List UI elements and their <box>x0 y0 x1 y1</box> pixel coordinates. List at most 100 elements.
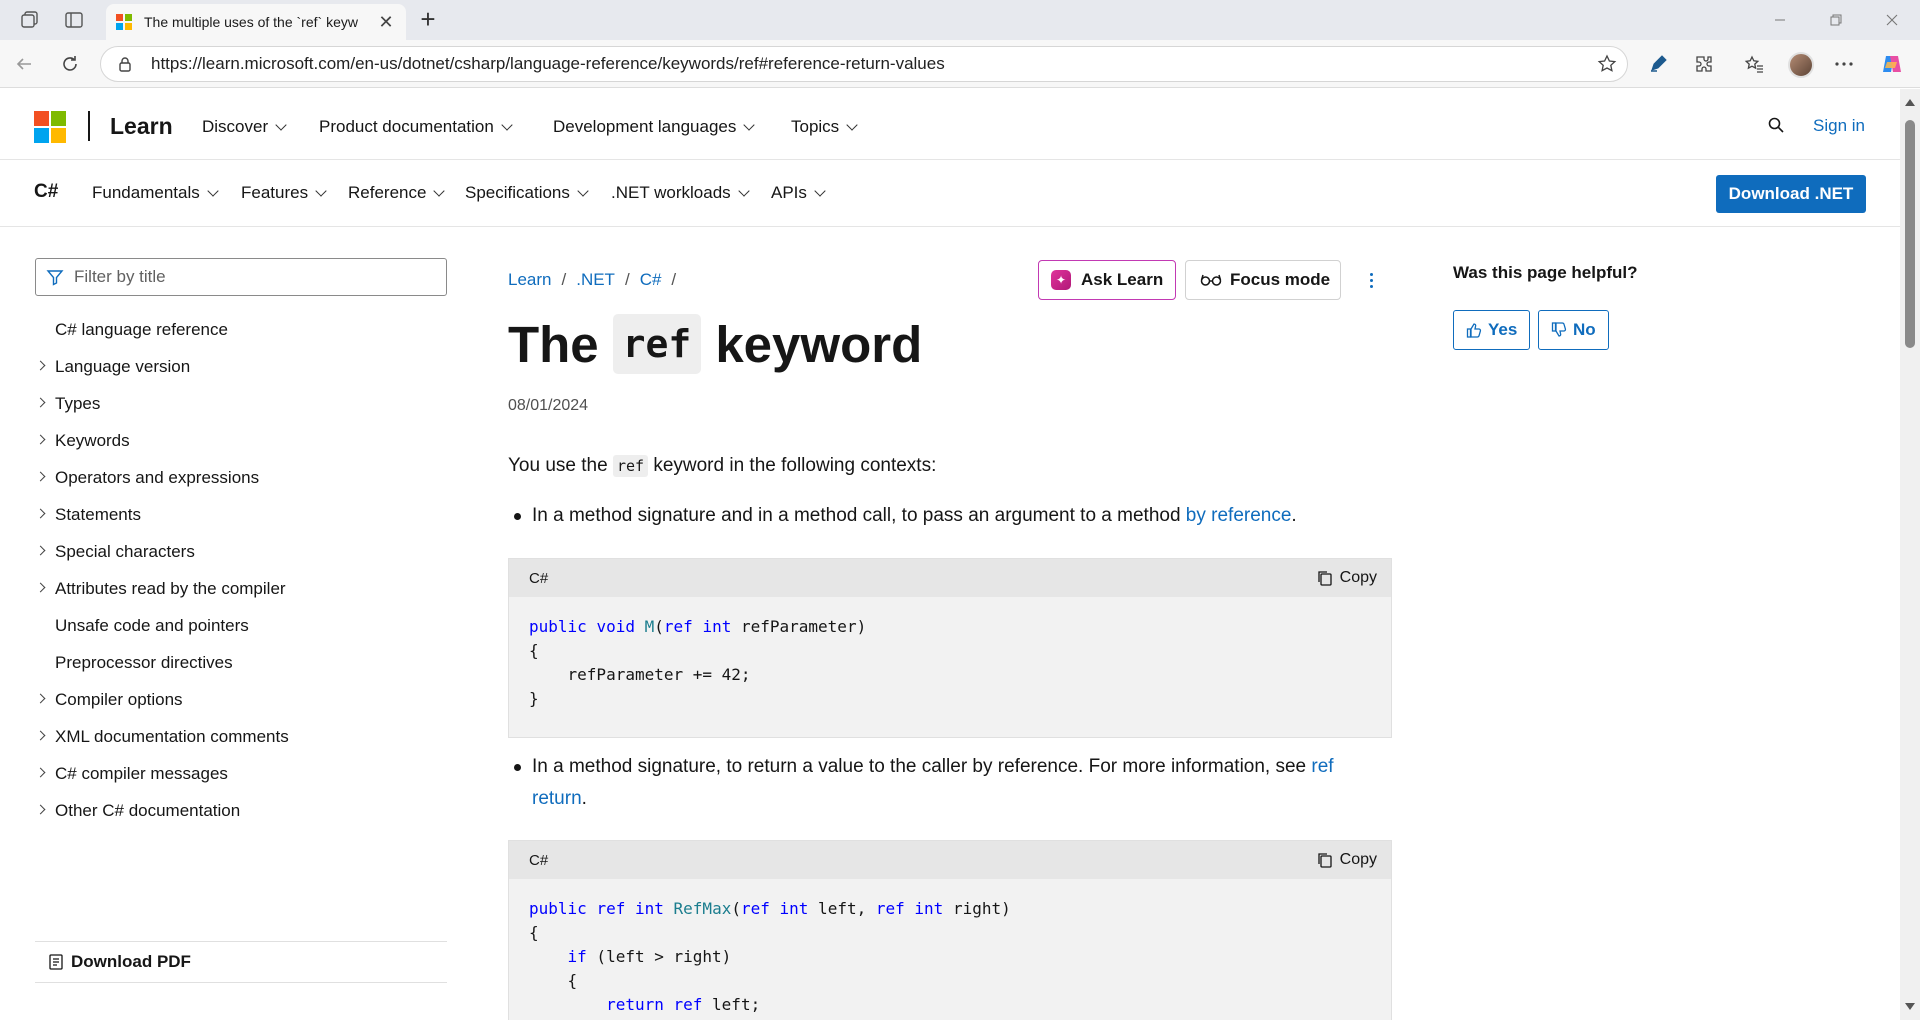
toc-item[interactable]: C# language reference <box>35 311 447 348</box>
intro-after: keyword in the following contexts: <box>653 455 937 476</box>
restore-button[interactable] <box>1808 0 1864 40</box>
toc-item[interactable]: Types <box>35 385 447 422</box>
close-tab-icon[interactable]: ✕ <box>376 12 396 33</box>
chevron-down-icon <box>577 184 589 197</box>
workspaces-icon[interactable] <box>18 8 42 32</box>
favorite-star-icon[interactable] <box>1587 54 1627 74</box>
browser-tab-active[interactable]: The multiple uses of the `ref` keyw ✕ <box>106 4 406 40</box>
site-info-icon[interactable] <box>117 56 137 72</box>
toc-filter-placeholder: Filter by title <box>74 267 166 286</box>
close-window-button[interactable] <box>1864 0 1920 40</box>
toc-item[interactable]: Keywords <box>35 422 447 459</box>
nav-reference[interactable]: Reference <box>348 183 446 203</box>
article-date: 08/01/2024 <box>508 397 589 414</box>
nav-net-workloads[interactable]: .NET workloads <box>611 183 750 203</box>
minimize-button[interactable] <box>1752 0 1808 40</box>
chevron-right-icon <box>35 397 46 408</box>
pen-icon[interactable] <box>1644 50 1672 78</box>
more-options-icon[interactable] <box>1830 50 1858 78</box>
breadcrumb-separator: / <box>561 270 567 289</box>
chevron-right-icon <box>35 804 46 815</box>
toc-item[interactable]: Other C# documentation <box>35 792 447 829</box>
page-viewport: Learn Discover Product documentation Dev… <box>0 89 1900 1020</box>
copy-button[interactable]: Copy <box>1317 569 1377 587</box>
copilot-icon[interactable] <box>1878 50 1906 78</box>
toc-item[interactable]: Language version <box>35 348 447 385</box>
toc-item[interactable]: Unsafe code and pointers <box>35 607 447 644</box>
back-button[interactable] <box>10 50 38 78</box>
toc-item[interactable]: Statements <box>35 496 447 533</box>
nav-topics-label: Topics <box>791 117 840 136</box>
bullet1-text: In a method signature and in a method ca… <box>532 505 1181 526</box>
new-tab-button[interactable]: + <box>414 6 442 34</box>
feedback-no-label: No <box>1573 320 1596 339</box>
csharp-header: C# Fundamentals Features Reference Speci… <box>0 160 1900 227</box>
toc-item[interactable]: C# compiler messages <box>35 755 447 792</box>
toc-item-label: Compiler options <box>55 689 183 709</box>
more-actions-icon[interactable] <box>1363 269 1379 291</box>
focus-mode-button[interactable]: Focus mode <box>1185 260 1341 300</box>
refresh-button[interactable] <box>56 50 84 78</box>
nav-development-languages-label: Development languages <box>553 117 737 136</box>
toc-item-label: Attributes read by the compiler <box>55 578 286 598</box>
ask-learn-button[interactable]: ✦ Ask Learn <box>1038 260 1176 300</box>
chevron-right-icon <box>35 767 46 778</box>
favorites-icon[interactable] <box>1740 50 1768 78</box>
nav-apis[interactable]: APIs <box>771 183 826 203</box>
toc-item-label: C# language reference <box>55 319 228 339</box>
scroll-up-arrow-icon[interactable] <box>1905 99 1915 106</box>
breadcrumb-learn[interactable]: Learn <box>508 270 551 290</box>
toc-item[interactable]: Special characters <box>35 533 447 570</box>
extensions-icon[interactable] <box>1690 50 1718 78</box>
toc-item-label: Special characters <box>55 541 195 561</box>
by-reference-link[interactable]: by reference <box>1186 505 1292 526</box>
toc-item[interactable]: XML documentation comments <box>35 718 447 755</box>
ask-learn-label: Ask Learn <box>1081 270 1164 289</box>
toc-item[interactable]: Compiler options <box>35 681 447 718</box>
feedback-no-button[interactable]: No <box>1538 310 1609 350</box>
address-bar[interactable]: https://learn.microsoft.com/en-us/dotnet… <box>100 46 1628 82</box>
toc-filter-input[interactable]: Filter by title <box>35 258 447 296</box>
page-scrollbar[interactable] <box>1900 89 1920 1020</box>
title-keyword-code: ref <box>612 314 702 374</box>
download-net-button[interactable]: Download .NET <box>1716 175 1866 213</box>
nav-fundamentals[interactable]: Fundamentals <box>92 183 219 203</box>
copy-button[interactable]: Copy <box>1317 851 1377 869</box>
microsoft-favicon-icon <box>116 14 132 30</box>
copy-icon <box>1317 571 1332 586</box>
bullet2-text: In a method signature, to return a value… <box>532 756 1307 777</box>
feedback-question: Was this page helpful? <box>1453 263 1638 282</box>
profile-avatar[interactable] <box>1788 52 1814 78</box>
nav-product-documentation[interactable]: Product documentation <box>319 117 513 137</box>
download-pdf-link[interactable]: Download PDF <box>35 941 447 983</box>
nav-features[interactable]: Features <box>241 183 327 203</box>
code-block: C# Copy public void M(ref int refParamet… <box>508 558 1392 738</box>
toc-item[interactable]: Attributes read by the compiler <box>35 570 447 607</box>
breadcrumb-dotnet[interactable]: .NET <box>576 270 615 290</box>
nav-specifications[interactable]: Specifications <box>465 183 589 203</box>
feedback-yes-button[interactable]: Yes <box>1453 310 1531 350</box>
learn-brand-link[interactable]: Learn <box>110 113 173 140</box>
toc-item-label: Operators and expressions <box>55 467 260 487</box>
global-header: Learn Discover Product documentation Dev… <box>0 89 1900 160</box>
scrollbar-thumb[interactable] <box>1905 120 1915 348</box>
search-icon[interactable] <box>1768 117 1784 133</box>
scroll-down-arrow-icon[interactable] <box>1905 1003 1915 1010</box>
browser-tabstrip: The multiple uses of the `ref` keyw ✕ + <box>0 0 1920 40</box>
code-block-header: C# Copy <box>509 841 1391 879</box>
csharp-title[interactable]: C# <box>34 181 58 203</box>
breadcrumb-csharp[interactable]: C# <box>640 270 662 290</box>
nav-discover[interactable]: Discover <box>202 117 287 137</box>
code-body: public void M(ref int refParameter) { re… <box>529 617 867 708</box>
toc-item[interactable]: Operators and expressions <box>35 459 447 496</box>
sign-in-link[interactable]: Sign in <box>1813 116 1865 136</box>
nav-topics[interactable]: Topics <box>791 117 858 137</box>
nav-development-languages[interactable]: Development languages <box>553 117 756 137</box>
vertical-tabs-icon[interactable] <box>62 8 86 32</box>
nav-discover-label: Discover <box>202 117 269 136</box>
glasses-icon <box>1200 274 1222 286</box>
microsoft-logo-icon[interactable] <box>34 111 66 143</box>
copy-label: Copy <box>1339 569 1377 586</box>
intro-paragraph: You use the ref keyword in the following… <box>508 455 936 477</box>
toc-item[interactable]: Preprocessor directives <box>35 644 447 681</box>
